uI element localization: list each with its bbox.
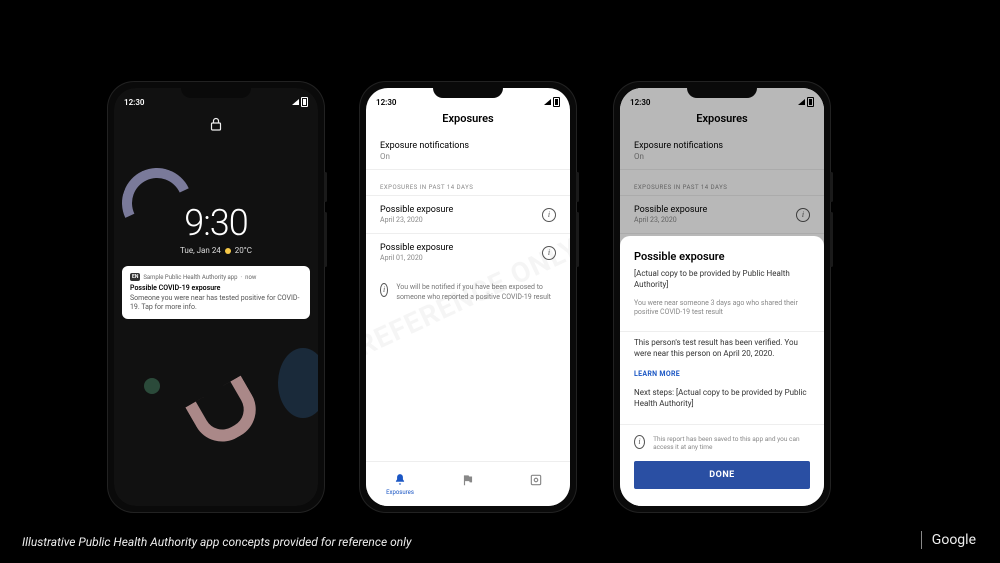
clock-time: 9:30 (114, 202, 318, 244)
info-note: i You will be notified if you have been … (366, 271, 570, 315)
notif-app-badge: EN (130, 273, 140, 281)
signal-icon (544, 99, 551, 105)
exposure-row[interactable]: Possible exposure April 23, 2020 i (366, 195, 570, 233)
tab-bar: Exposures (366, 461, 570, 506)
slide: 12:30 9:30 Tue, Jan 24 20°C EN Sample Pu… (0, 0, 1000, 563)
bell-icon (393, 473, 407, 487)
clock-date: Tue, Jan 24 20°C (114, 246, 318, 255)
done-button[interactable]: DONE (634, 461, 810, 489)
notifications-setting[interactable]: Exposure notifications On (366, 133, 570, 169)
info-icon[interactable]: i (542, 246, 556, 260)
notif-title: Possible COVID-19 exposure (130, 284, 302, 292)
status-time: 12:30 (376, 98, 396, 107)
battery-icon (553, 97, 560, 107)
gear-box-icon (529, 473, 543, 487)
learn-more-link[interactable]: LEARN MORE (634, 370, 810, 378)
exposure-row[interactable]: Possible exposure April 01, 2020 i (366, 233, 570, 271)
sheet-verified: This person's test result has been verif… (634, 338, 810, 360)
info-icon: i (380, 283, 388, 297)
list-caption: Exposures in past 14 days (366, 170, 570, 195)
weather-sun-icon (225, 248, 231, 254)
phone-exposure-detail: 12:30 Exposures Exposure notifications O… (614, 82, 830, 512)
lock-clock: 9:30 Tue, Jan 24 20°C (114, 202, 318, 255)
brand-lockup: Google (911, 531, 976, 549)
sheet-intro: [Actual copy to be provided by Public He… (634, 269, 810, 291)
info-icon[interactable]: i (542, 208, 556, 222)
tab-flag[interactable] (434, 462, 502, 506)
tab-exposures[interactable]: Exposures (366, 462, 434, 506)
sheet-summary: You were near someone 3 days ago who sha… (634, 299, 810, 318)
lock-icon (210, 116, 222, 135)
flag-icon (461, 473, 475, 487)
sheet-next-steps: Next steps: [Actual copy to be provided … (634, 388, 810, 410)
sheet-saved-note: i This report has been saved to this app… (634, 435, 810, 451)
notif-app-name: Sample Public Health Authority app (143, 274, 237, 281)
battery-icon (807, 97, 814, 107)
sheet-title: Possible exposure (634, 250, 810, 263)
phone-lockscreen: 12:30 9:30 Tue, Jan 24 20°C EN Sample Pu… (108, 82, 324, 512)
info-icon: i (634, 435, 645, 449)
exposure-detail-sheet: Possible exposure [Actual copy to be pro… (620, 236, 824, 506)
exposure-notification[interactable]: EN Sample Public Health Authority app · … (122, 266, 310, 319)
battery-icon (301, 97, 308, 107)
signal-icon (798, 99, 805, 105)
phone-exposures-list: 12:30 REFERENCE ONLY Exposures Exposure … (360, 82, 576, 512)
status-time: 12:30 (124, 98, 144, 107)
signal-icon (292, 99, 299, 105)
notif-time: now (245, 274, 256, 281)
tab-settings[interactable] (502, 462, 570, 506)
slide-caption: Illustrative Public Health Authority app… (22, 535, 411, 549)
google-logo: Google (932, 532, 976, 548)
notif-body: Someone you were near has tested positiv… (130, 294, 302, 312)
status-time: 12:30 (630, 98, 650, 107)
